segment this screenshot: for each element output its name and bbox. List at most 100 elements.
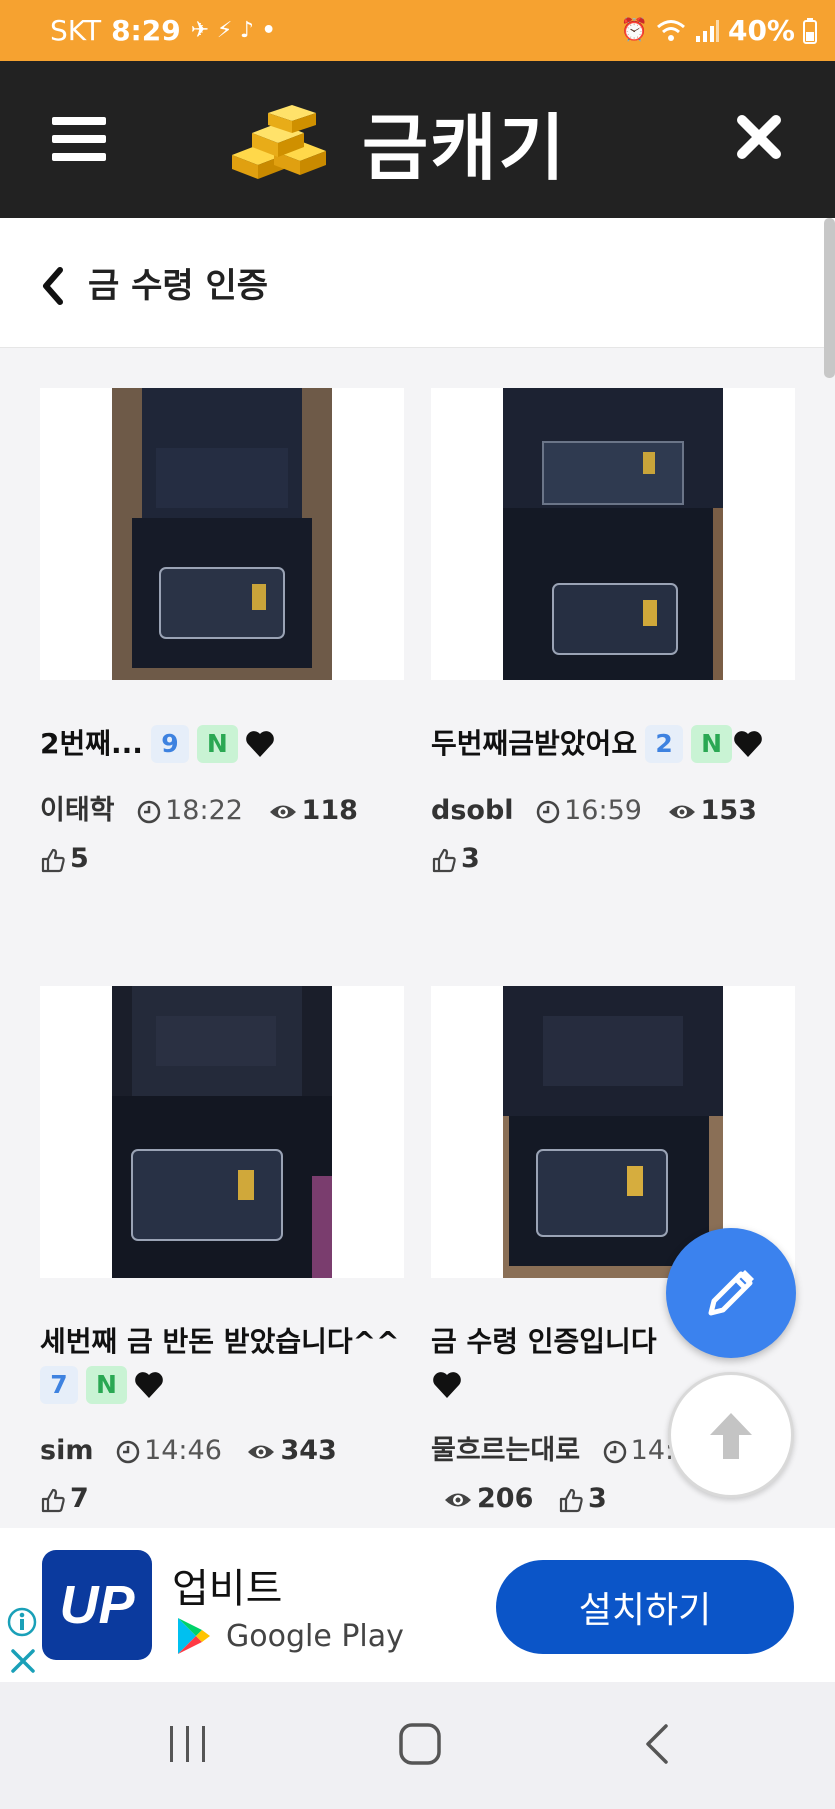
- post-likes-value: 3: [461, 843, 480, 874]
- post-time-value: 18:22: [165, 795, 243, 826]
- new-badge: N: [86, 1366, 127, 1404]
- post-views: 153: [667, 787, 757, 835]
- post-time-value: 14:46: [144, 1435, 222, 1466]
- post-card[interactable]: 세번째 금 반돈 받았습니다^^ 7 N sim 14:46 343 7: [40, 986, 404, 1523]
- post-thumbnail[interactable]: [40, 388, 404, 680]
- menu-icon[interactable]: [52, 117, 106, 161]
- thumbs-up-icon: [41, 1488, 65, 1512]
- eye-icon: [269, 805, 296, 818]
- clock-icon: [137, 800, 161, 823]
- post-title-row[interactable]: 두번째금받았어요 2 N: [431, 722, 795, 765]
- thumbs-up-icon: [432, 848, 456, 872]
- app-title: 금캐기: [362, 105, 567, 190]
- eye-icon: [668, 805, 695, 818]
- ad-app-logo[interactable]: UP: [42, 1550, 152, 1660]
- gold-box-photo: [112, 986, 332, 1278]
- post-meta: 이태학 18:22 118 5: [40, 787, 404, 883]
- notification-icons: ✈ ⚡ ♪ •: [190, 18, 276, 43]
- new-badge: N: [196, 725, 238, 763]
- pencil-icon: [708, 1270, 754, 1316]
- ad-store-name: Google Play: [226, 1618, 404, 1654]
- system-nav-bar: [0, 1682, 835, 1809]
- wifi-icon: [657, 19, 685, 41]
- recent-apps-icon[interactable]: [166, 1722, 210, 1766]
- eye-icon: [445, 1493, 471, 1506]
- post-title-row[interactable]: 세번째 금 반돈 받았습니다^^ 7 N: [40, 1320, 404, 1405]
- carrier-label: SKT: [50, 14, 102, 47]
- post-likes: 3: [558, 1475, 607, 1523]
- post-meta: sim 14:46 343 7: [40, 1427, 404, 1523]
- post-title-row[interactable]: 2번째... 9 N: [40, 722, 404, 765]
- battery-percent: 40%: [727, 14, 795, 47]
- post-author[interactable]: sim: [40, 1435, 93, 1466]
- post-views-value: 118: [301, 795, 358, 826]
- scroll-to-top-button[interactable]: [668, 1372, 794, 1498]
- clock: 8:29: [111, 14, 181, 47]
- ad-store-label: Google Play: [176, 1616, 404, 1656]
- post-title[interactable]: 두번째금받았어요: [431, 727, 637, 760]
- gold-bars-icon: [232, 105, 326, 179]
- post-author[interactable]: dsobl: [431, 795, 514, 826]
- post-time: 18:22: [137, 787, 243, 835]
- home-icon[interactable]: [398, 1722, 442, 1766]
- post-likes: 7: [40, 1475, 89, 1523]
- clock-icon: [116, 1440, 140, 1463]
- ad-logo-text: UP: [59, 1575, 135, 1635]
- comment-count-badge: 7: [40, 1366, 78, 1404]
- post-views: 343: [246, 1427, 337, 1475]
- signal-icon: [695, 19, 719, 42]
- thumbs-up-icon: [559, 1488, 583, 1512]
- post-likes-value: 5: [70, 843, 89, 874]
- post-author[interactable]: 물흐르는대로: [431, 1435, 580, 1466]
- post-views-value: 206: [477, 1483, 534, 1514]
- post-time: 14:: [603, 1427, 674, 1475]
- comment-count-badge: 9: [150, 725, 189, 763]
- eye-icon: [248, 1445, 275, 1458]
- post-title[interactable]: 세번째 금 반돈 받았습니다^^: [40, 1325, 400, 1358]
- arrow-up-icon: [710, 1413, 752, 1459]
- post-views: 118: [268, 787, 358, 835]
- gold-box-photo: [503, 388, 723, 680]
- post-views-value: 343: [280, 1435, 337, 1466]
- install-button[interactable]: 설치하기: [496, 1560, 794, 1654]
- post-author[interactable]: 이태학: [40, 795, 115, 826]
- thumbs-up-icon: [41, 848, 65, 872]
- ad-banner[interactable]: UP 업비트 Google Play 설치하기: [0, 1528, 835, 1682]
- post-card[interactable]: 두번째금받았어요 2 N dsobl 16:59 153 3: [431, 388, 795, 883]
- heart-icon: [734, 731, 762, 757]
- heart-icon: [433, 1372, 461, 1398]
- scrollbar[interactable]: [824, 218, 835, 378]
- ad-close-icon[interactable]: [8, 1646, 38, 1676]
- back-chevron-icon[interactable]: [36, 266, 70, 306]
- post-title[interactable]: 2번째...: [40, 727, 143, 760]
- post-time: 16:59: [536, 787, 642, 835]
- alarm-icon: ⏰: [620, 18, 648, 43]
- back-icon[interactable]: [636, 1722, 680, 1766]
- post-thumbnail[interactable]: [40, 986, 404, 1278]
- post-likes-value: 3: [587, 1483, 607, 1514]
- app-logo[interactable]: 금캐기: [222, 91, 567, 191]
- post-card[interactable]: 2번째... 9 N 이태학 18:22 118 5: [40, 388, 404, 883]
- post-title[interactable]: 금 수령 인증입니다: [431, 1325, 657, 1358]
- post-time: 14:46: [116, 1427, 222, 1475]
- heart-icon: [246, 731, 274, 757]
- clock-icon: [603, 1440, 626, 1463]
- ad-info-icon[interactable]: [6, 1606, 38, 1638]
- close-icon[interactable]: [734, 112, 784, 162]
- gold-box-photo: [503, 986, 723, 1278]
- new-badge: N: [691, 725, 733, 763]
- heart-icon: [135, 1372, 163, 1398]
- write-post-button[interactable]: [666, 1228, 796, 1358]
- post-views-value: 153: [700, 795, 757, 826]
- post-likes: 3: [431, 835, 480, 883]
- post-meta: dsobl 16:59 153 3: [431, 787, 795, 883]
- ad-app-name[interactable]: 업비트: [172, 1556, 282, 1614]
- page-title: 금 수령 인증: [88, 266, 269, 306]
- post-views: 206: [443, 1475, 533, 1523]
- google-play-icon: [178, 1618, 210, 1654]
- battery-icon: [803, 17, 817, 44]
- post-likes-value: 7: [70, 1483, 89, 1514]
- status-bar: SKT 8:29 ✈ ⚡ ♪ • ⏰ 40%: [0, 0, 835, 61]
- post-thumbnail[interactable]: [431, 388, 795, 680]
- clock-icon: [536, 800, 560, 823]
